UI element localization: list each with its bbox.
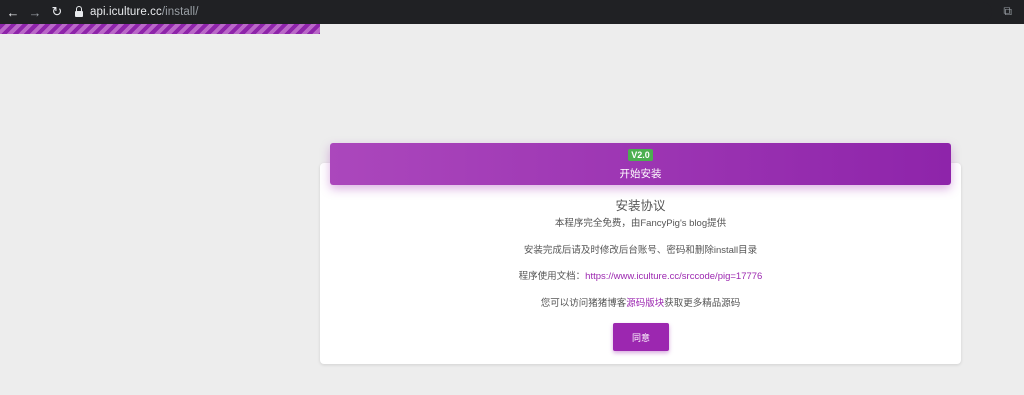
reload-icon[interactable]: ↻ <box>48 3 66 21</box>
docs-line: 程序使用文档：https://www.iculture.cc/srccode/p… <box>320 268 961 282</box>
version-badge: V2.0 <box>628 149 653 161</box>
install-header: V2.0 开始安装 <box>330 143 951 185</box>
more-source-line: 您可以访问猪猪博客源码版块获取更多精品源码 <box>320 295 961 309</box>
back-icon[interactable]: ← <box>4 3 22 21</box>
security-notice: 安装完成后请及时修改后台账号、密码和删除install目录 <box>523 245 758 256</box>
free-notice: 本程序完全免费，由FancyPig's blog提供 <box>554 218 727 229</box>
agreement-content: 安装协议 本程序完全免费，由FancyPig's blog提供 安装完成后请及时… <box>320 195 961 309</box>
url-text: api.iculture.cc/install/ <box>90 6 199 18</box>
agree-button[interactable]: 同意 <box>613 323 669 351</box>
more-source-suffix: 获取更多精品源码 <box>664 298 741 309</box>
agreement-title: 安装协议 <box>615 199 666 213</box>
lock-icon <box>74 5 84 19</box>
progress-stripe <box>0 24 320 34</box>
browser-toolbar: ← → ↻ api.iculture.cc/install/ ⧉ <box>0 0 1024 24</box>
source-section-link[interactable]: 源码版块 <box>626 298 664 309</box>
forward-icon[interactable]: → <box>26 3 44 21</box>
address-bar[interactable]: api.iculture.cc/install/ <box>68 2 992 22</box>
share-icon[interactable]: ⧉ <box>1003 4 1012 19</box>
more-source-prefix: 您可以访问猪猪博客 <box>540 298 627 309</box>
header-title: 开始安装 <box>619 168 662 180</box>
docs-label: 程序使用文档： <box>518 271 586 282</box>
docs-link[interactable]: https://www.iculture.cc/srccode/pig=1777… <box>585 271 762 282</box>
